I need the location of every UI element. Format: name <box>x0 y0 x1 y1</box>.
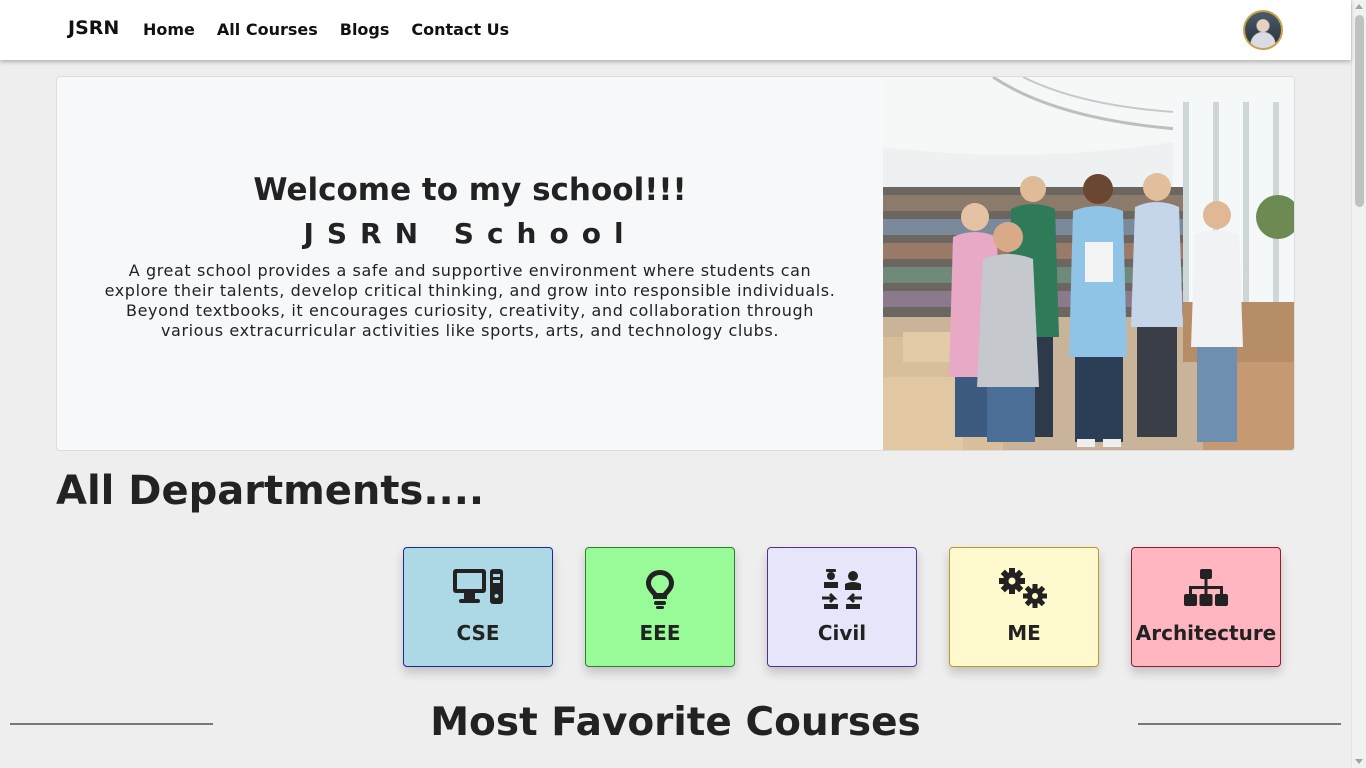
navbar: JSRN Home All Courses Blogs Contact Us <box>0 0 1351 60</box>
nav-links: Home All Courses Blogs Contact Us <box>143 20 531 39</box>
scroll-down-arrow-icon[interactable] <box>1355 759 1363 764</box>
department-label: Architecture <box>1135 621 1277 645</box>
scroll-up-arrow-icon[interactable] <box>1355 4 1363 9</box>
nav-link-contact-us[interactable]: Contact Us <box>411 20 509 39</box>
department-card-me[interactable]: ME <box>949 547 1099 667</box>
hero-text-panel: Welcome to my school!!! JSRN School A gr… <box>57 77 883 450</box>
department-label: CSE <box>456 621 500 645</box>
scroll-thumb[interactable] <box>1355 15 1364 207</box>
nav-link-all-courses[interactable]: All Courses <box>217 20 318 39</box>
department-card-architecture[interactable]: Architecture <box>1131 547 1281 667</box>
computer-icon <box>453 569 503 604</box>
brand-logo[interactable]: JSRN <box>68 17 119 39</box>
lightbulb-icon <box>646 570 674 609</box>
department-label: EEE <box>639 621 681 645</box>
department-card-civil[interactable]: Civil <box>767 547 917 667</box>
workers-icon <box>822 569 862 609</box>
gears-icon <box>999 568 1047 608</box>
department-label: Civil <box>817 621 867 645</box>
nav-link-blogs[interactable]: Blogs <box>340 20 390 39</box>
user-avatar[interactable] <box>1243 10 1283 50</box>
hero-subtitle: JSRN School <box>303 217 637 250</box>
department-card-eee[interactable]: EEE <box>585 547 735 667</box>
page-scrollbar[interactable] <box>1351 0 1366 768</box>
hero-description: A great school provides a safe and suppo… <box>104 261 836 340</box>
hero-section: Welcome to my school!!! JSRN School A gr… <box>56 76 1295 451</box>
department-card-cse[interactable]: CSE <box>403 547 553 667</box>
hero-title: Welcome to my school!!! <box>253 172 687 208</box>
hero-students-photo <box>883 77 1294 450</box>
sitemap-icon <box>1184 569 1228 606</box>
nav-link-home[interactable]: Home <box>143 20 195 39</box>
department-label: ME <box>1007 621 1041 645</box>
departments-heading: All Departments.... <box>56 468 485 514</box>
divider-right <box>1138 723 1341 725</box>
